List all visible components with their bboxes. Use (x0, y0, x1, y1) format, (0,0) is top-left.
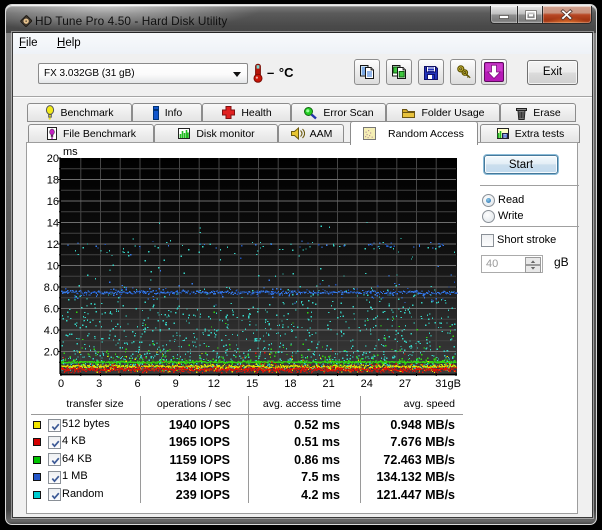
svg-text:31gB: 31gB (435, 378, 461, 390)
svg-text:21: 21 (322, 378, 334, 390)
svg-text:9: 9 (173, 378, 179, 390)
svg-text:24: 24 (361, 378, 373, 390)
svg-text:16: 16 (47, 196, 59, 208)
svg-text:27: 27 (399, 378, 411, 390)
svg-text:3: 3 (96, 378, 102, 390)
svg-text:10: 10 (47, 261, 59, 273)
svg-text:6.0: 6.0 (44, 304, 59, 316)
svg-text:0: 0 (58, 378, 64, 390)
svg-text:18: 18 (47, 175, 59, 187)
svg-text:12: 12 (47, 239, 59, 251)
svg-text:18: 18 (284, 378, 296, 390)
svg-text:15: 15 (246, 378, 258, 390)
svg-text:2.0: 2.0 (44, 347, 59, 359)
svg-text:20: 20 (47, 153, 59, 165)
svg-text:6: 6 (134, 378, 140, 390)
svg-text:8.0: 8.0 (44, 282, 59, 294)
svg-text:14: 14 (47, 218, 59, 230)
svg-text:12: 12 (208, 378, 220, 390)
svg-text:ms: ms (63, 146, 78, 158)
svg-text:4.0: 4.0 (44, 325, 59, 337)
